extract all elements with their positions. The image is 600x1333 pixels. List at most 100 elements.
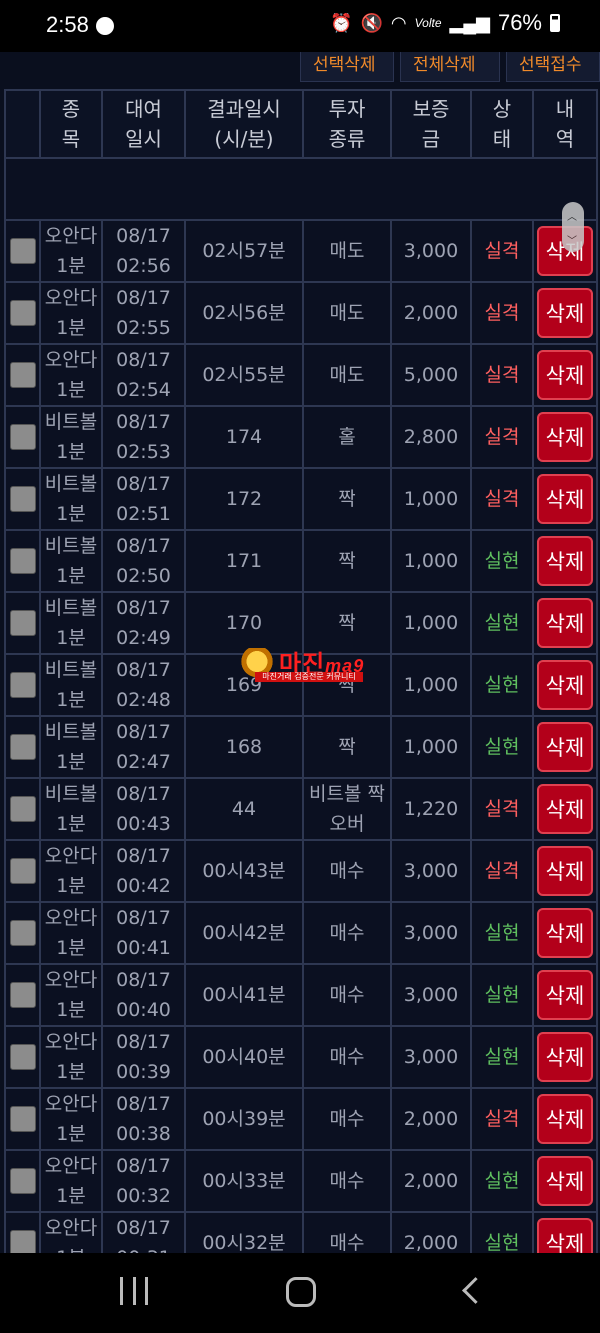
row-checkbox[interactable]	[9, 796, 36, 823]
row-checkbox[interactable]	[9, 362, 36, 389]
row-checkbox[interactable]	[9, 486, 36, 513]
result-text: 00시42분	[202, 921, 286, 944]
row-checkbox[interactable]	[9, 548, 36, 575]
row-checkbox[interactable]	[9, 1106, 36, 1133]
type-cell: 매도	[302, 280, 392, 345]
status-text: 실격	[484, 797, 520, 820]
item-cell: 비트볼 1분	[39, 714, 103, 779]
item-text: 오안다1분	[44, 1154, 98, 1207]
deposit-cell: 3,000	[390, 962, 472, 1027]
delete-button[interactable]: 삭제	[537, 535, 593, 586]
table-row: 오안다 1분 08/17 02:55 02시56분 매도 2,000 실격 삭제	[4, 280, 598, 345]
status-text: 실격	[484, 363, 520, 386]
delete-button[interactable]: 삭제	[537, 1093, 593, 1144]
date-text: 08/17 02:54	[116, 348, 171, 401]
delete-button[interactable]: 삭제	[537, 721, 593, 772]
deposit-text: 1,000	[403, 735, 459, 758]
row-checkbox[interactable]	[9, 238, 36, 265]
row-checkbox[interactable]	[9, 858, 36, 885]
item-cell: 오안다1분	[39, 280, 103, 345]
deposit-text: 3,000	[403, 859, 459, 882]
delete-button[interactable]: 삭제	[537, 349, 593, 400]
item-text: 오안다1분	[44, 1030, 98, 1083]
delete-button[interactable]: 삭제	[537, 907, 593, 958]
row-checkbox[interactable]	[9, 424, 36, 451]
battery-icon	[550, 14, 560, 32]
deposit-text: 3,000	[403, 921, 459, 944]
deposit-text: 2,000	[403, 1107, 459, 1130]
row-checkbox-cell	[4, 962, 41, 1027]
date-text: 08/17 02:51	[116, 472, 171, 525]
delete-button[interactable]: 삭제	[537, 597, 593, 648]
result-cell: 02시56분	[184, 280, 304, 345]
row-checkbox[interactable]	[9, 672, 36, 699]
deposit-cell: 1,220	[390, 776, 472, 841]
delete-all-button[interactable]: 전체삭제	[400, 52, 500, 82]
recent-apps-button[interactable]	[120, 1277, 148, 1305]
deposit-text: 2,800	[403, 425, 459, 448]
row-checkbox[interactable]	[9, 610, 36, 637]
alarm-icon: ⏰	[330, 12, 353, 33]
item-text: 오안다1분	[44, 968, 98, 1021]
delete-button[interactable]: 삭제	[537, 411, 593, 462]
item-text: 비트볼 1분	[44, 410, 98, 463]
result-text: 00시32분	[202, 1231, 286, 1253]
status-text: 실격	[484, 239, 520, 262]
row-checkbox[interactable]	[9, 982, 36, 1009]
delete-button[interactable]: 삭제	[537, 1031, 593, 1082]
select-delete-button[interactable]: 선택삭제	[300, 52, 394, 82]
table-row: 오안다 1분 08/17 00:38 00시39분 매수 2,000 실격 삭제	[4, 1086, 598, 1151]
date-text: 08/17 00:32	[116, 1154, 171, 1207]
status-cell: 실현	[470, 590, 534, 655]
scroll-handle[interactable]: ︿ ﹀	[562, 202, 584, 252]
status-cell: 실현	[470, 1024, 534, 1089]
wifi-icon: ◠	[390, 12, 407, 33]
status-cell: 실현	[470, 1210, 534, 1253]
home-button[interactable]	[286, 1277, 316, 1307]
row-checkbox[interactable]	[9, 300, 36, 327]
result-text: 00시33분	[202, 1169, 286, 1192]
row-checkbox-cell	[4, 1148, 41, 1213]
row-checkbox[interactable]	[9, 1168, 36, 1195]
result-cell: 171	[184, 528, 304, 593]
back-button[interactable]	[458, 1273, 482, 1309]
row-checkbox-cell	[4, 714, 41, 779]
date-cell: 08/17 02:55	[101, 280, 186, 345]
action-cell: 삭제	[532, 776, 598, 841]
select-accept-button[interactable]: 선택접수	[506, 52, 600, 82]
type-text: 매도	[329, 301, 365, 324]
delete-button[interactable]: 삭제	[537, 473, 593, 524]
row-checkbox[interactable]	[9, 734, 36, 761]
type-cell: 매수	[302, 1148, 392, 1213]
type-cell: 짝	[302, 466, 392, 531]
deposit-cell: 2,000	[390, 280, 472, 345]
table-row: 오안다 1분 08/17 00:42 00시43분 매수 3,000 실격 삭제	[4, 838, 598, 903]
type-cell: 매수	[302, 1086, 392, 1151]
type-text: 짝	[338, 611, 356, 634]
row-checkbox[interactable]	[9, 920, 36, 947]
result-text: 170	[225, 611, 263, 634]
item-text: 오안다1분	[44, 844, 98, 897]
status-text: 실현	[484, 611, 520, 634]
delete-button[interactable]: 삭제	[537, 783, 593, 834]
delete-button[interactable]: 삭제	[537, 1217, 593, 1253]
action-cell: 삭제	[532, 466, 598, 531]
delete-button[interactable]: 삭제	[537, 969, 593, 1020]
delete-button[interactable]: 삭제	[537, 845, 593, 896]
type-cell: 비트볼 짝 오버	[302, 776, 392, 841]
item-text: 비트볼 1분	[44, 534, 98, 587]
delete-button[interactable]: 삭제	[537, 659, 593, 710]
row-checkbox[interactable]	[9, 1044, 36, 1071]
status-text: 실현	[484, 735, 520, 758]
deposit-cell: 3,000	[390, 900, 472, 965]
date-cell: 08/17 02:48	[101, 652, 186, 717]
delete-button[interactable]: 삭제	[537, 287, 593, 338]
deposit-text: 2,000	[403, 1231, 459, 1253]
row-checkbox-cell	[4, 404, 41, 469]
delete-button[interactable]: 삭제	[537, 1155, 593, 1206]
type-cell: 매도	[302, 342, 392, 407]
row-checkbox[interactable]	[9, 1230, 36, 1253]
type-text: 매수	[329, 1045, 365, 1068]
type-text: 매수	[329, 921, 365, 944]
row-checkbox-cell	[4, 342, 41, 407]
